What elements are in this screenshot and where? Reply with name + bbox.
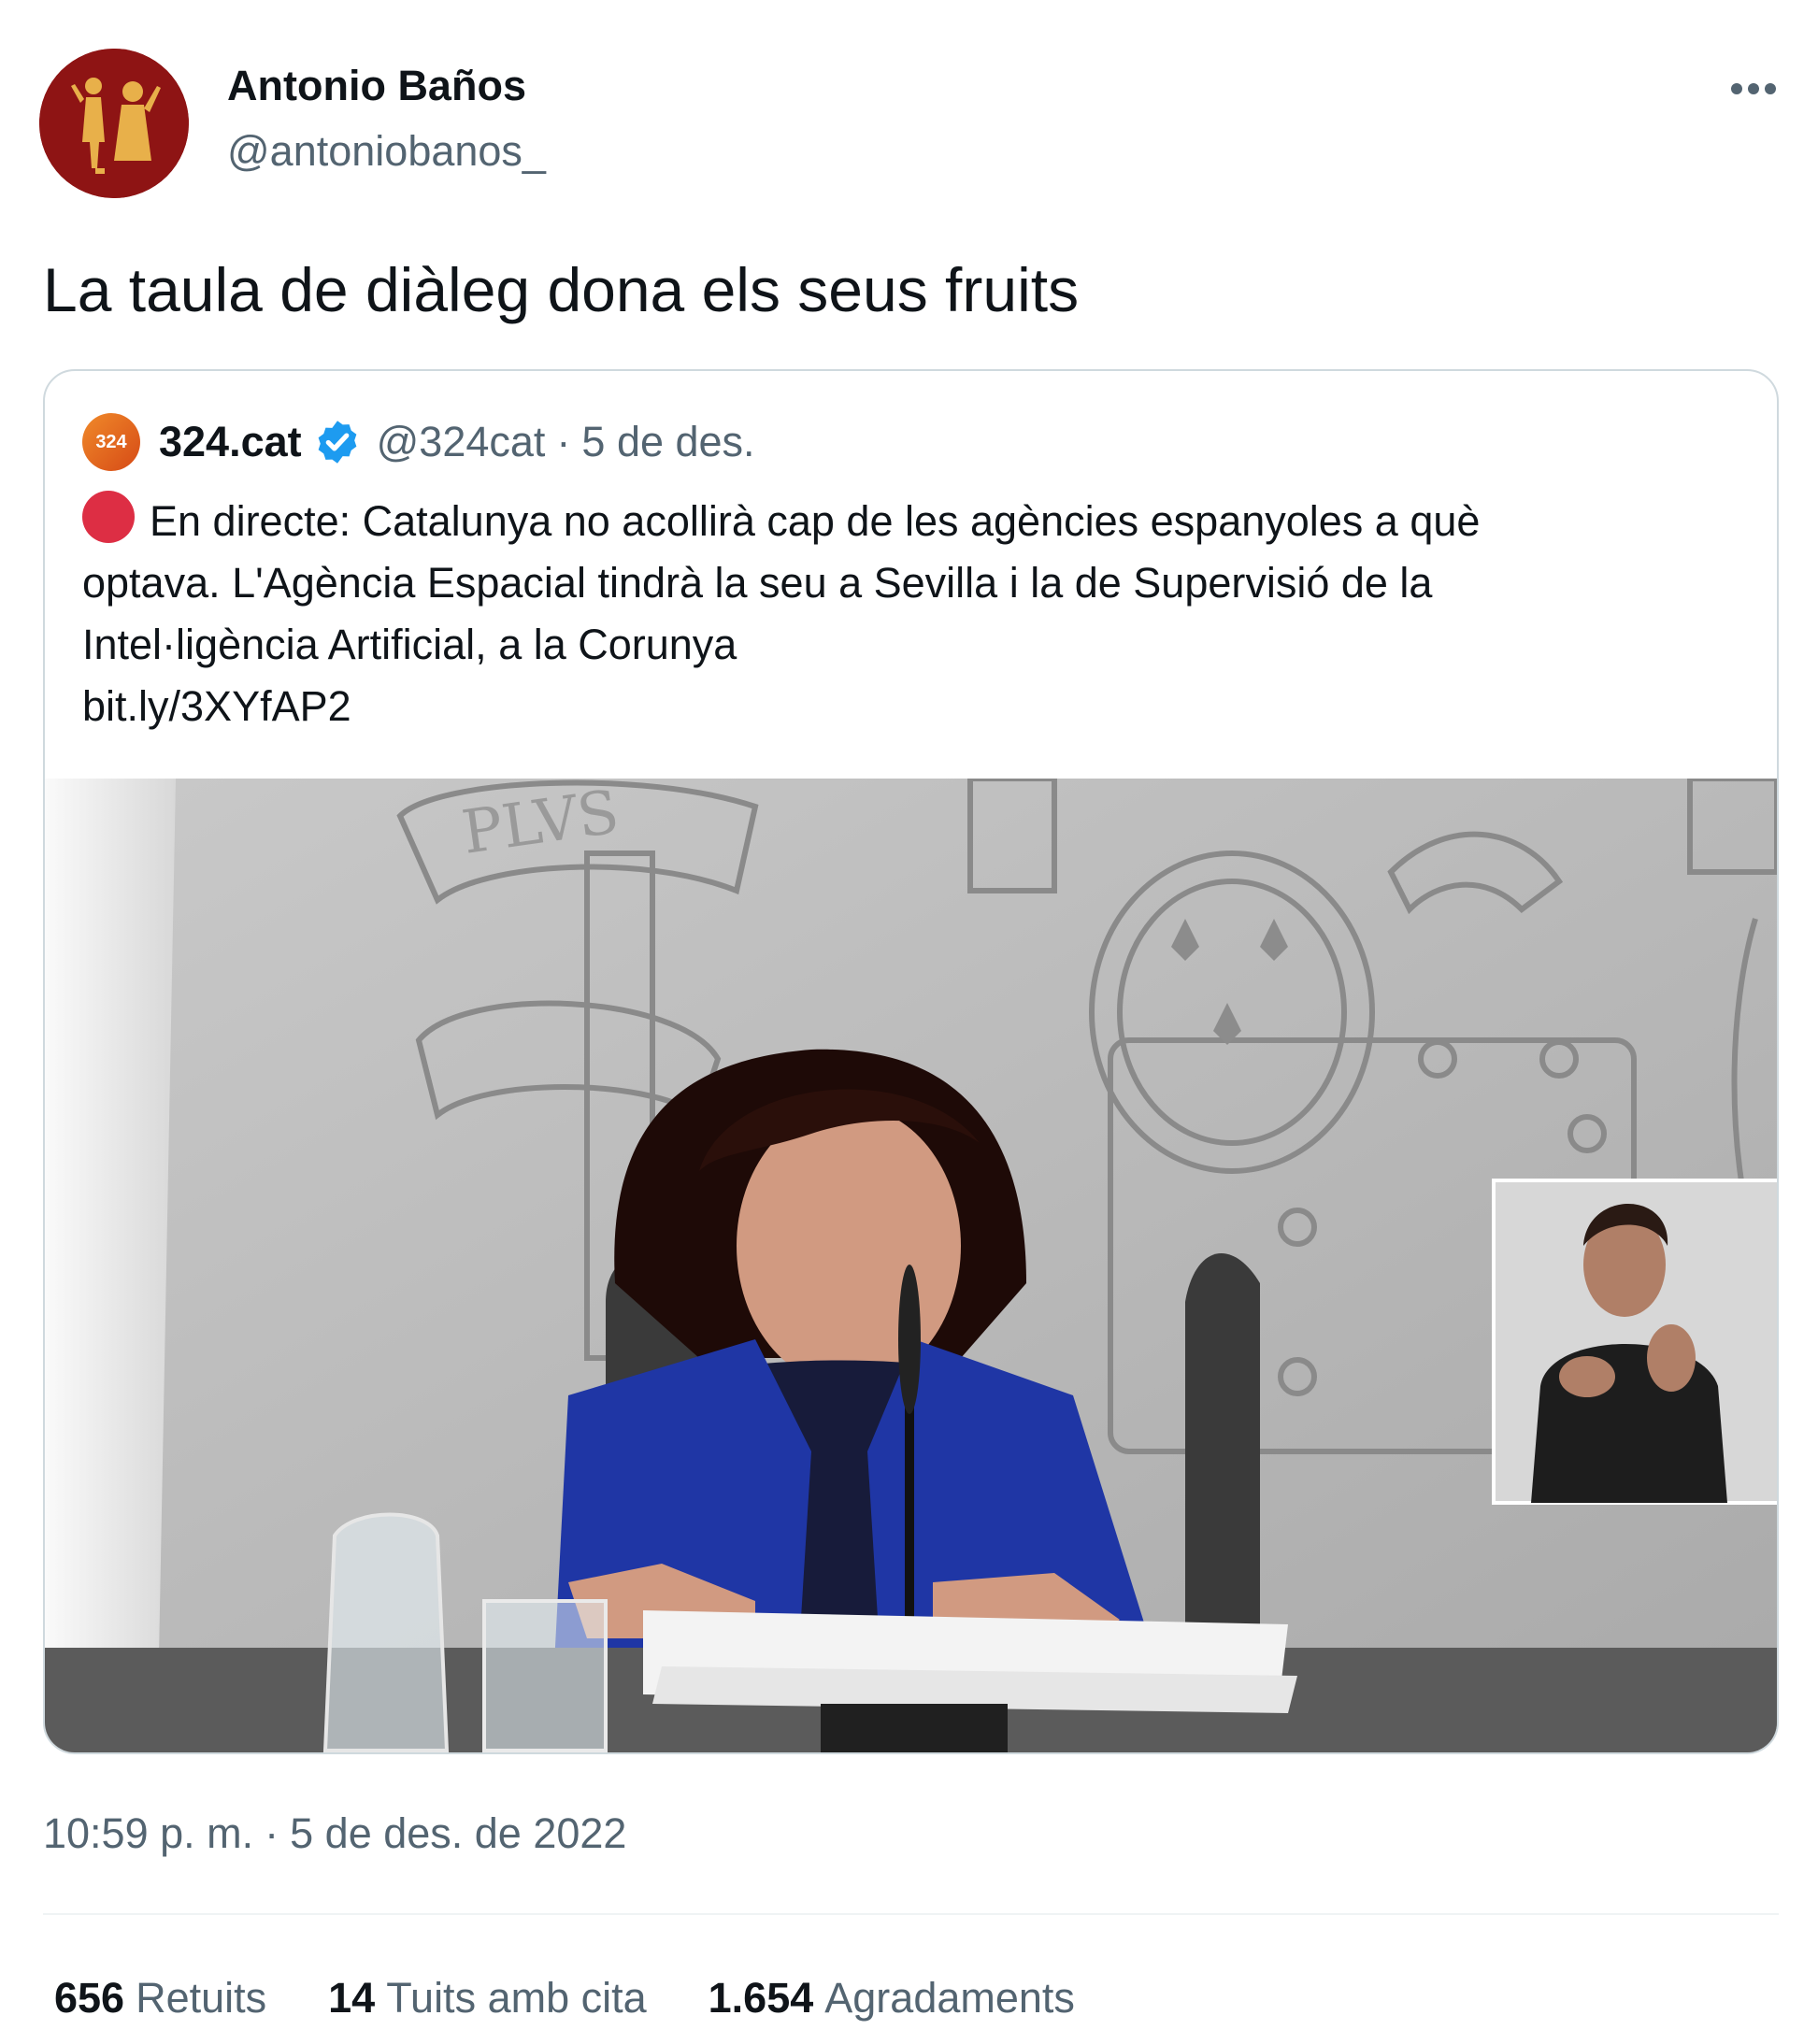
- author-handle[interactable]: @antoniobanos_: [227, 127, 546, 176]
- more-horizontal-icon: [1731, 83, 1776, 94]
- quoted-tweet-link[interactable]: bit.ly/3XYfAP2: [82, 676, 1727, 737]
- quoted-body-line-3: Intel·ligència Artificial, a la Corunya: [82, 621, 737, 668]
- quoted-tweet-date[interactable]: 5 de des.: [581, 418, 754, 466]
- likes-stat[interactable]: 1.654 Agradaments: [709, 1974, 1075, 2023]
- quoted-body-line-2: optava. L'Agència Espacial tindrà la seu…: [82, 559, 1433, 607]
- quoted-header-separator: ·: [556, 418, 571, 465]
- tweet-timestamp[interactable]: 10:59 p. m. · 5 de des. de 2022: [43, 1809, 626, 1858]
- quote-tweets-label: Tuits amb cita: [386, 1974, 647, 2022]
- red-circle-icon: [82, 491, 135, 543]
- verified-badge-icon: [318, 421, 356, 464]
- quoted-author-avatar[interactable]: 324: [82, 413, 140, 471]
- likes-label: Agradaments: [824, 1974, 1075, 2022]
- stats-divider: [43, 1913, 1779, 1915]
- engagement-stats: 656 Retuits 14 Tuits amb cita 1.654 Agradam…: [54, 1974, 1137, 2023]
- tweet-time: 10:59 p. m.: [43, 1809, 254, 1857]
- quoted-author-handle[interactable]: @324cat: [377, 418, 546, 466]
- quoted-avatar-label: 324: [95, 431, 127, 452]
- likes-count: 1.654: [708, 1974, 814, 2022]
- retweets-label: Retuits: [136, 1974, 267, 2022]
- quote-tweets-stat[interactable]: 14 Tuits amb cita: [328, 1974, 646, 2023]
- quoted-tweet-media[interactable]: PLVS: [45, 776, 1777, 1752]
- tweet-date: 5 de des. de 2022: [290, 1809, 627, 1857]
- author-avatar[interactable]: [39, 49, 189, 198]
- tweet-text: La taula de diàleg dona els seus fruits: [43, 255, 1080, 324]
- quote-tweets-count: 14: [328, 1974, 376, 2022]
- more-options-button[interactable]: [1718, 65, 1789, 112]
- retweets-stat[interactable]: 656 Retuits: [54, 1974, 266, 2023]
- timestamp-separator: ·: [265, 1809, 279, 1857]
- quoted-author-name[interactable]: 324.cat: [159, 418, 302, 466]
- quoted-tweet-body: En directe: Catalunya no acollirà cap de…: [82, 491, 1727, 737]
- quoted-tweet-card[interactable]: 324 324.cat @324cat · 5 de des. En direc…: [43, 369, 1779, 1754]
- retweets-count: 656: [54, 1974, 125, 2022]
- author-display-name[interactable]: Antonio Baños: [227, 62, 526, 110]
- quoted-body-line-1: En directe: Catalunya no acollirà cap de…: [82, 491, 1727, 552]
- illustrated-figures-avatar-icon: [39, 49, 189, 198]
- quoted-tweet-header: 324 324.cat @324cat · 5 de des.: [82, 412, 755, 472]
- press-conference-image: PLVS: [45, 776, 1777, 1752]
- quoted-body-text-1: En directe: Catalunya no acollirà cap de…: [150, 497, 1481, 545]
